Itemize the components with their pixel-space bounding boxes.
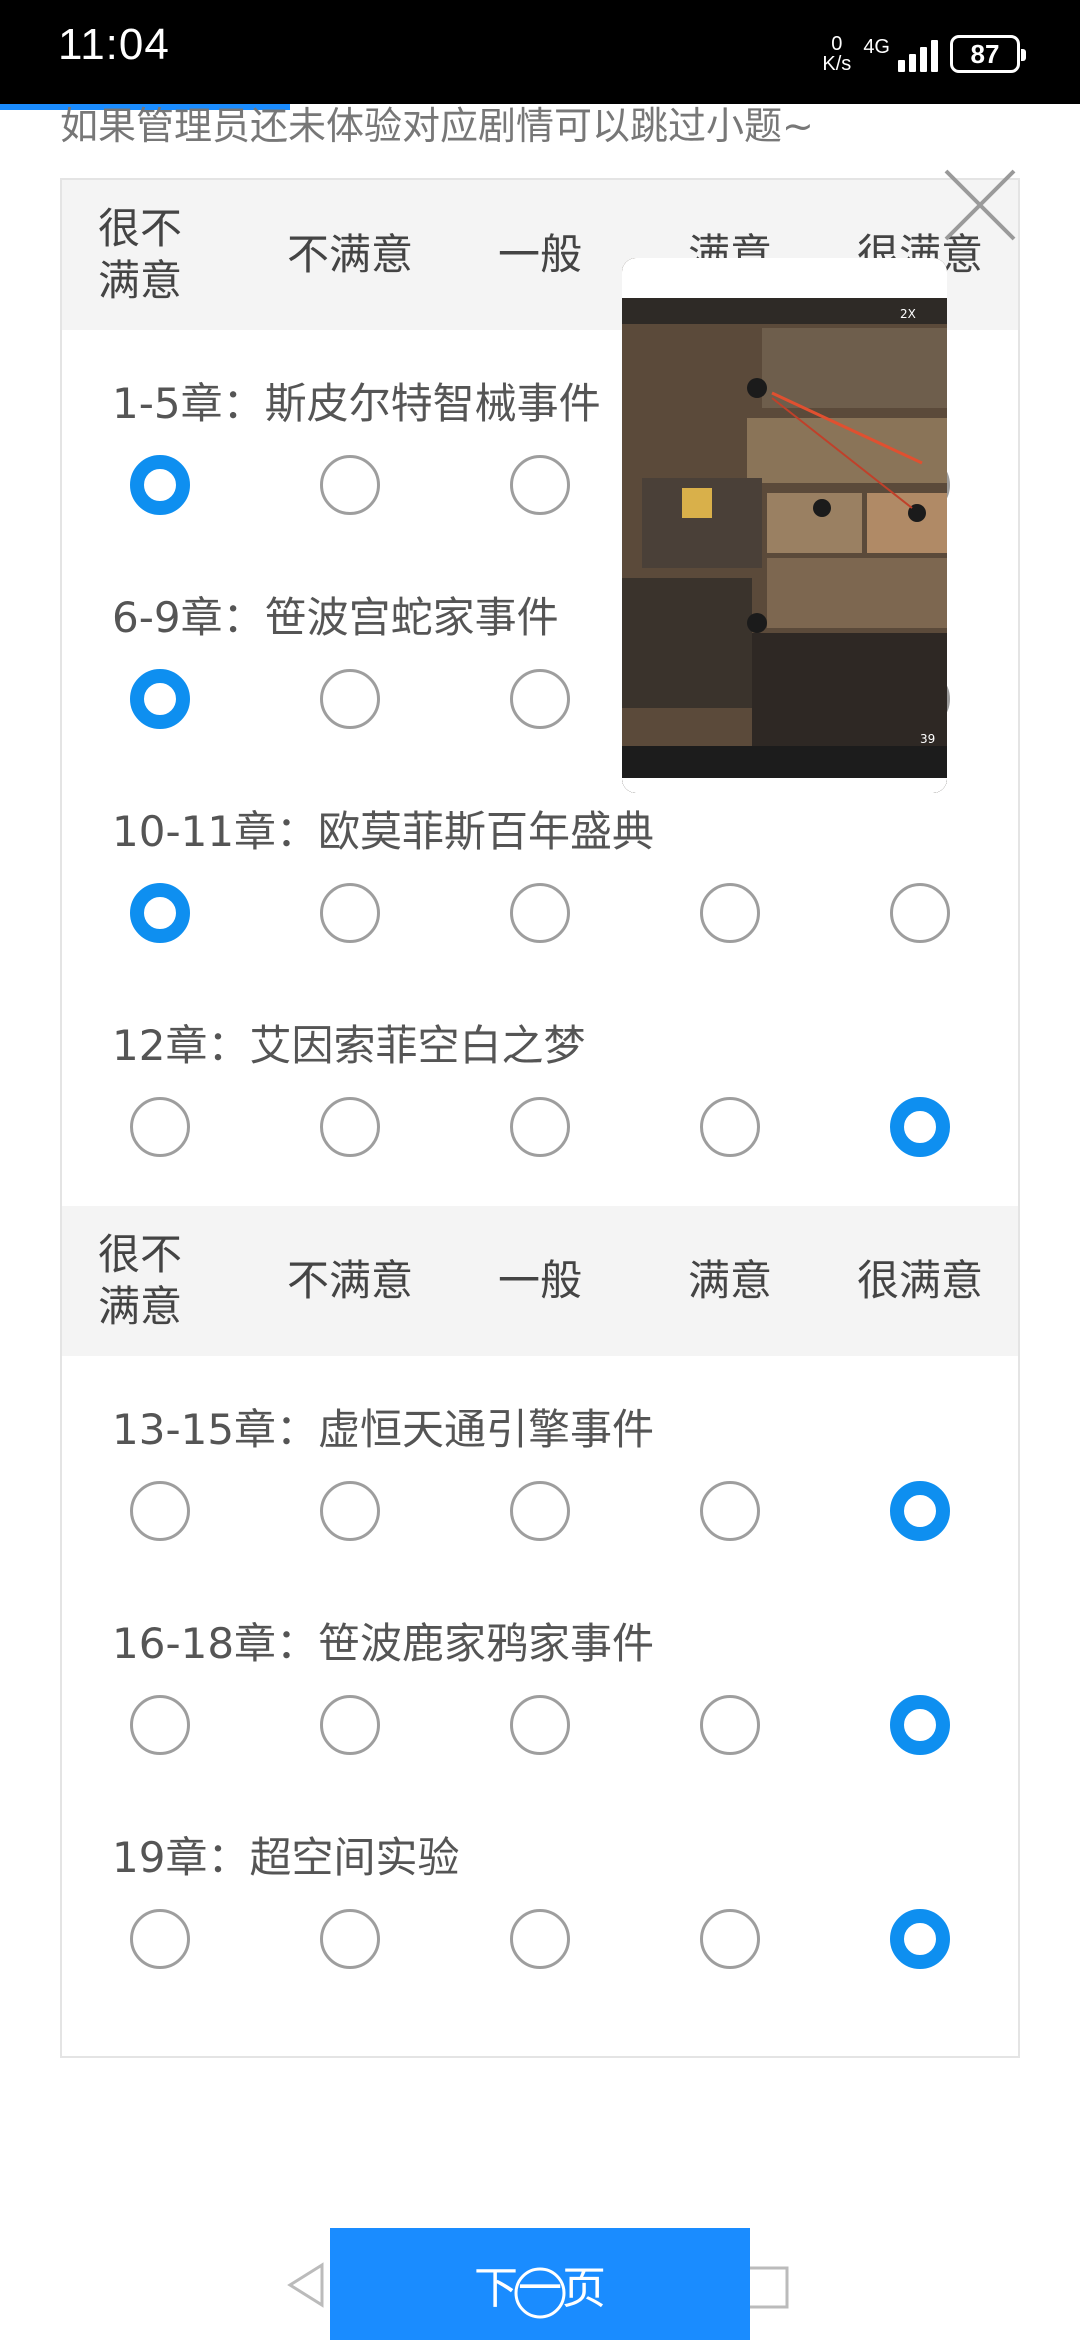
- status-time: 11:04: [58, 20, 170, 69]
- pip-video-window[interactable]: 2X 39: [622, 258, 947, 793]
- radio-4[interactable]: [890, 1909, 950, 1969]
- radio-2[interactable]: [510, 669, 570, 729]
- radio-4[interactable]: [890, 1481, 950, 1541]
- option-header-1: 不满意: [286, 230, 413, 279]
- question-label: 19章：超空间实验: [112, 1833, 460, 1882]
- game-screenshot: 2X 39: [622, 258, 947, 793]
- home-nav-icon[interactable]: [510, 2263, 570, 2323]
- radio-1[interactable]: [320, 1695, 380, 1755]
- option-header-0: 很不满意: [97, 1230, 182, 1331]
- radio-2[interactable]: [510, 455, 570, 515]
- pip-multiplier: 2X: [900, 307, 916, 321]
- net-speed-unit: K/s: [822, 53, 852, 75]
- radio-0[interactable]: [130, 455, 190, 515]
- pip-counter: 39: [920, 732, 935, 746]
- option-header-2: 一般: [497, 1256, 582, 1305]
- option-header-2: 一般: [497, 230, 582, 279]
- option-header-4: 很满意: [856, 1256, 983, 1305]
- radio-3[interactable]: [700, 883, 760, 943]
- status-icons: 0 K/s 4G 87: [822, 24, 1026, 84]
- network-type: 4G: [863, 36, 890, 58]
- net-speed-value: 0: [831, 33, 843, 55]
- radio-1[interactable]: [320, 1097, 380, 1157]
- battery-level: 87: [970, 38, 1000, 69]
- radio-0[interactable]: [130, 669, 190, 729]
- close-icon[interactable]: [940, 165, 1020, 245]
- option-header-3: 满意: [687, 1256, 772, 1305]
- radio-2[interactable]: [510, 1695, 570, 1755]
- radio-3[interactable]: [700, 1481, 760, 1541]
- options-header: 很不满意 不满意 一般 满意 很满意: [62, 1206, 1018, 1356]
- question-label: 6-9章：笹波宫蛇家事件: [112, 593, 559, 642]
- question-label: 1-5章：斯皮尔特智械事件: [112, 379, 601, 428]
- question-label: 16-18章：笹波鹿家鸦家事件: [112, 1619, 655, 1668]
- radio-2[interactable]: [510, 1481, 570, 1541]
- status-bar: 11:04 0 K/s 4G 87: [0, 0, 1080, 104]
- radio-0[interactable]: [130, 1909, 190, 1969]
- radio-3[interactable]: [700, 1097, 760, 1157]
- question-label: 10-11章：欧莫菲斯百年盛典: [112, 807, 655, 856]
- option-header-0: 很不满意: [97, 204, 182, 305]
- battery-icon: 87: [950, 35, 1026, 73]
- question-label: 13-15章：虚恒天通引擎事件: [112, 1405, 655, 1454]
- net-speed: 0 K/s: [822, 34, 851, 74]
- intro-text: 如果管理员还未体验对应剧情可以跳过小题~: [60, 104, 814, 148]
- radio-1[interactable]: [320, 669, 380, 729]
- radio-2[interactable]: [510, 883, 570, 943]
- radio-0[interactable]: [130, 1097, 190, 1157]
- radio-3[interactable]: [700, 1909, 760, 1969]
- radio-4[interactable]: [890, 1695, 950, 1755]
- radio-1[interactable]: [320, 1481, 380, 1541]
- radio-0[interactable]: [130, 883, 190, 943]
- question-label: 12章：艾因索菲空白之梦: [112, 1021, 586, 1070]
- radio-1[interactable]: [320, 1909, 380, 1969]
- radio-1[interactable]: [320, 455, 380, 515]
- radio-4[interactable]: [890, 883, 950, 943]
- radio-2[interactable]: [510, 1097, 570, 1157]
- back-nav-icon[interactable]: [282, 2260, 332, 2310]
- radio-0[interactable]: [130, 1481, 190, 1541]
- option-header-1: 不满意: [286, 1256, 413, 1305]
- radio-2[interactable]: [510, 1909, 570, 1969]
- signal-icon: 4G: [863, 36, 938, 72]
- radio-3[interactable]: [700, 1695, 760, 1755]
- recents-nav-icon[interactable]: [745, 2265, 790, 2310]
- radio-4[interactable]: [890, 1097, 950, 1157]
- radio-1[interactable]: [320, 883, 380, 943]
- radio-0[interactable]: [130, 1695, 190, 1755]
